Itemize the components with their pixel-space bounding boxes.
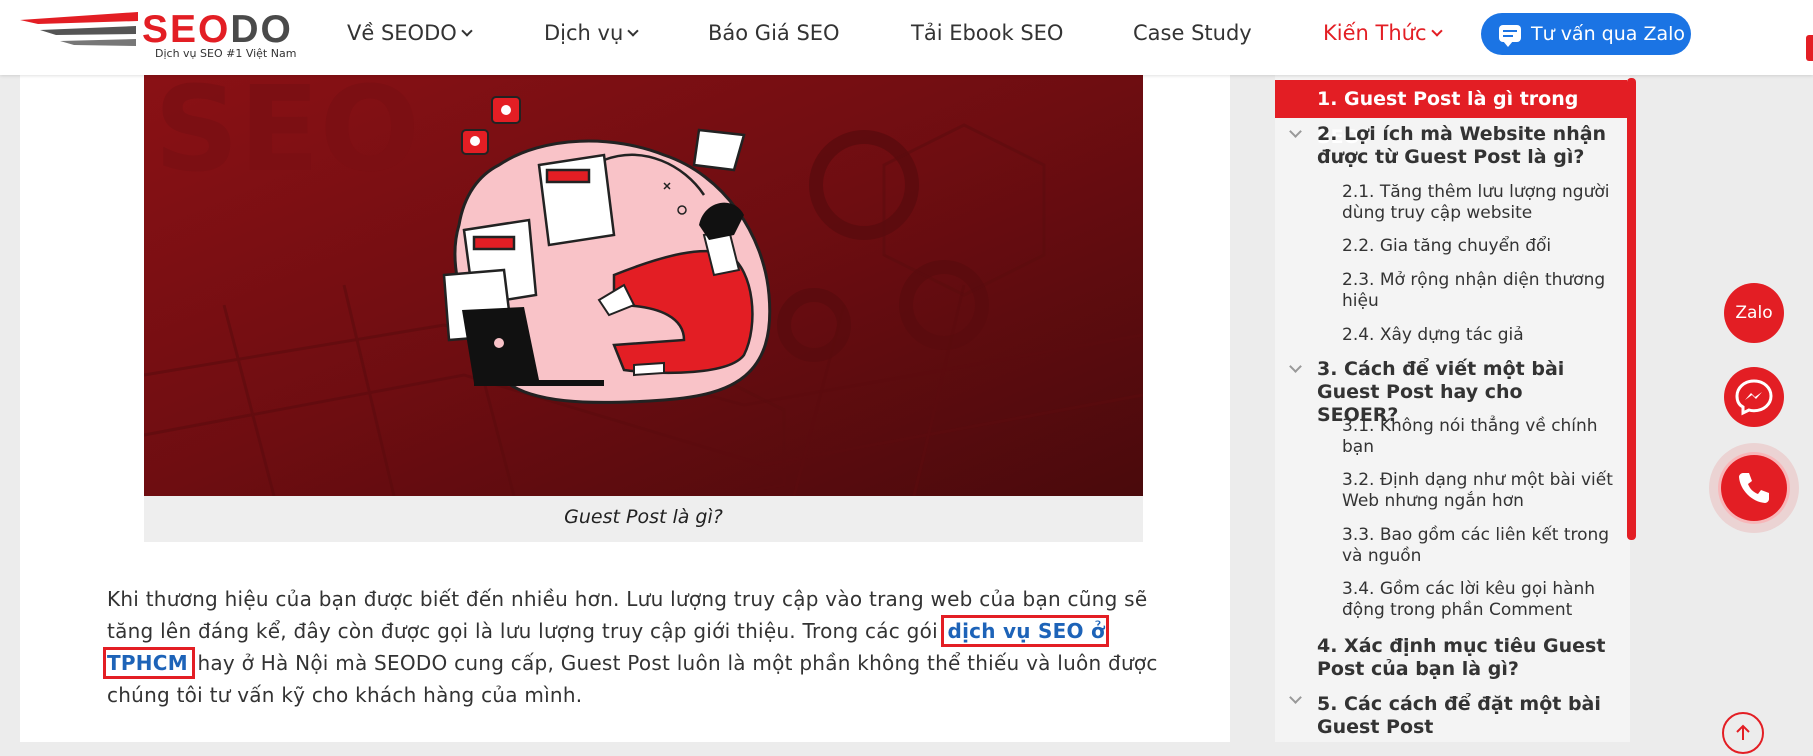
chat-bubble-icon [1499,25,1521,47]
toc-item-4[interactable]: 4. Xác định mục tiêu Guest Post của bạn … [1317,635,1607,681]
site-header: SEODO Dịch vụ SEO #1 Việt Nam Về SEODO D… [0,0,1813,75]
chevron-down-icon [627,25,639,37]
article-figure: SEO Guest Post là gì? [144,75,1143,542]
logo-wordmark: SEODO [142,8,293,51]
phone-icon [1739,473,1769,503]
seodo-logo[interactable]: SEODO Dịch vụ SEO #1 Việt Nam [20,6,296,62]
toc-item-2[interactable]: 2. Lợi ích mà Website nhận được từ Guest… [1317,123,1607,169]
logo-tagline: Dịch vụ SEO #1 Việt Nam [155,47,297,60]
toc-item-2-2[interactable]: 2.2. Gia tăng chuyển đổi [1342,236,1617,257]
toc-item-2-1[interactable]: 2.1. Tăng thêm lưu lượng người dùng truy… [1342,182,1617,224]
side-edge-tab[interactable] [1806,35,1813,61]
nav-item-kien-thuc[interactable]: Kiến Thức [1323,20,1443,46]
floating-zalo-button[interactable]: Zalo [1724,283,1784,343]
toc-collapse-chevron-icon[interactable] [1289,360,1302,373]
logo-swoosh-icon [20,12,138,46]
back-to-top-button[interactable] [1722,712,1764,754]
zalo-label: Zalo [1735,303,1773,323]
toc-item-2-4[interactable]: 2.4. Xây dựng tác giả [1342,325,1617,346]
toc-collapse-chevron-icon[interactable] [1289,691,1302,704]
table-of-contents: 1. Guest Post là gì trong SEO? 2. Lợi íc… [1275,75,1630,742]
nav-item-case-study[interactable]: Case Study [1133,20,1252,46]
chevron-down-icon [461,25,473,37]
toc-item-1-active[interactable]: 1. Guest Post là gì trong SEO? [1275,80,1627,148]
toc-item-3-4[interactable]: 3.4. Gồm các lời kêu gọi hành động trong… [1342,579,1617,621]
floating-messenger-button[interactable] [1724,367,1784,427]
nav-item-bao-gia-seo[interactable]: Báo Giá SEO [708,20,840,46]
article-content: SEO Guest Post là gì? Khi thương hiệu củ… [20,0,1230,742]
chevron-down-icon [1430,25,1443,37]
toc-item-3-3[interactable]: 3.3. Bao gồm các liên kết trong và nguồn [1342,525,1617,567]
zalo-consult-button[interactable]: Tư vấn qua Zalo [1481,13,1691,55]
toc-item-2-3[interactable]: 2.3. Mở rộng nhận diện thương hiệu [1342,270,1617,312]
figure-caption: Guest Post là gì? [564,506,723,528]
nav-item-dich-vu[interactable]: Dịch vụ [544,20,639,46]
nav-item-tai-ebook[interactable]: Tải Ebook SEO [911,20,1063,46]
image-watermark: SEO [154,75,420,198]
toc-scrollbar[interactable] [1627,78,1636,540]
messenger-icon [1735,379,1773,416]
toc-item-3-2[interactable]: 3.2. Định dạng như một bài viết Web nhưn… [1342,470,1617,512]
toc-collapse-chevron-icon[interactable] [1289,125,1302,138]
floating-phone-button[interactable] [1721,455,1787,521]
zalo-consult-label: Tư vấn qua Zalo [1531,23,1686,45]
arrow-up-icon [1736,724,1750,740]
toc-item-3-1[interactable]: 3.1. Không nói thẳng về chính bạn [1342,416,1617,458]
toc-item-5[interactable]: 5. Các cách để đặt một bài Guest Post [1317,693,1607,739]
guest-post-illustration: SEO [144,75,1143,496]
nav-item-ve-seodo[interactable]: Về SEODO [347,20,473,46]
article-paragraph: Khi thương hiệu của bạn được biết đến nh… [103,587,1158,707]
